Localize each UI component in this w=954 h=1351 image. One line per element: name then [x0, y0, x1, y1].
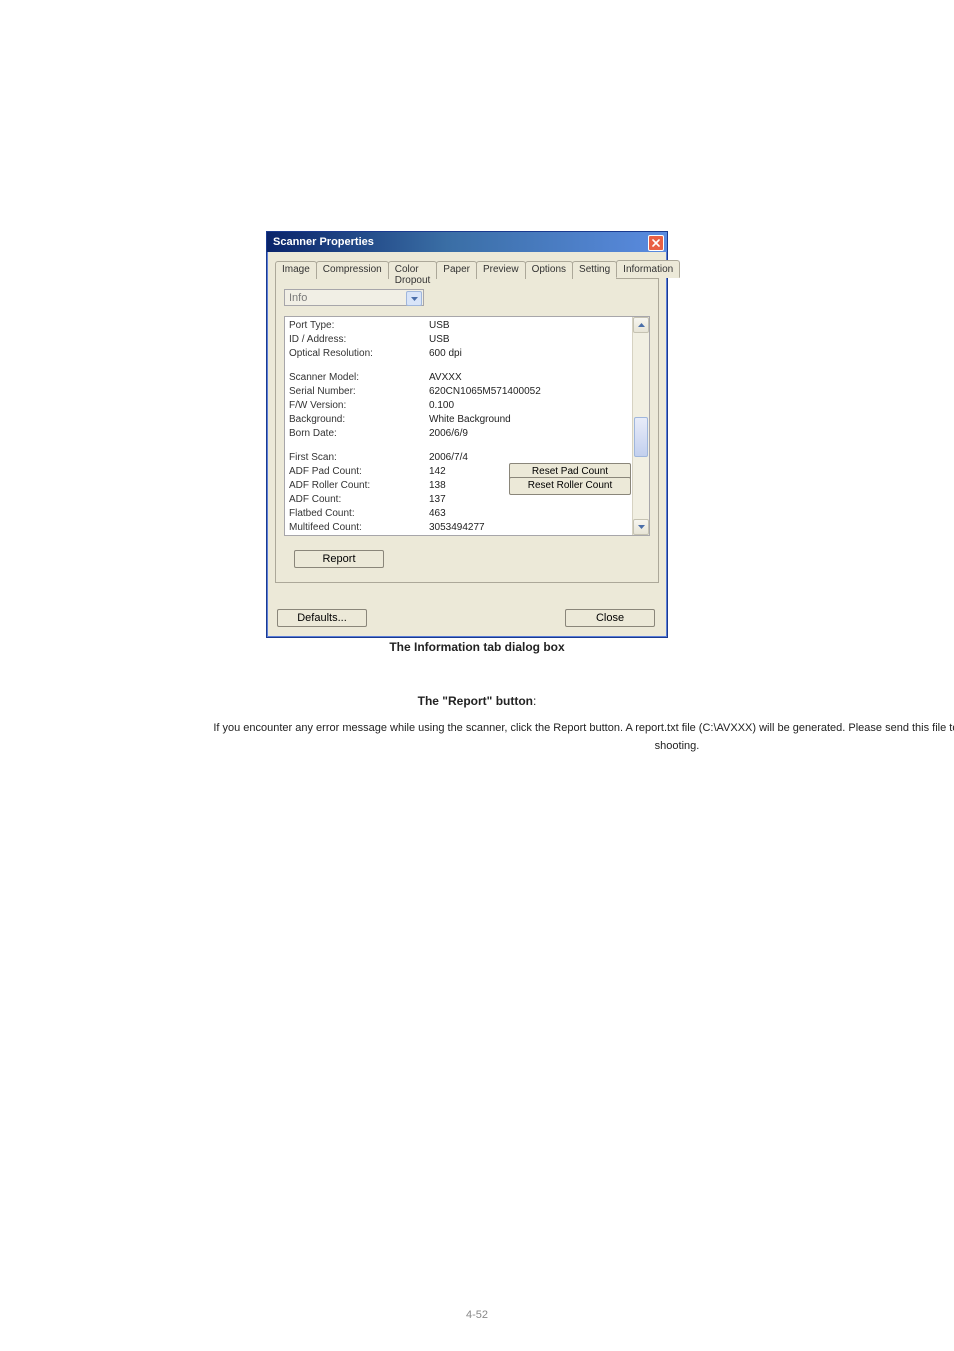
scrollbar[interactable]	[632, 317, 649, 535]
info-combo-value: Info	[289, 292, 307, 304]
page-number: 4-52	[0, 1309, 954, 1321]
caption-report-head: The "Report" button:	[0, 694, 954, 708]
value-serial-number: 620CN1065M571400052	[429, 385, 631, 399]
caption-title: The Information tab dialog box	[0, 640, 954, 654]
label-adf-roller-count: ADF Roller Count:	[289, 479, 429, 493]
value-jam-count: 738247176	[429, 535, 631, 536]
value-flatbed-count: 463	[429, 507, 631, 521]
label-adf-count: ADF Count:	[289, 493, 429, 507]
tab-compression[interactable]: Compression	[316, 261, 389, 279]
label-scanner-model: Scanner Model:	[289, 371, 429, 385]
label-background: Background:	[289, 413, 429, 427]
value-born-date: 2006/6/9	[429, 427, 631, 441]
label-born-date: Born Date:	[289, 427, 429, 441]
window-title: Scanner Properties	[273, 236, 374, 248]
value-scanner-model: AVXXX	[429, 371, 631, 385]
value-port-type: USB	[429, 319, 631, 333]
label-serial-number: Serial Number:	[289, 385, 429, 399]
tab-setting[interactable]: Setting	[572, 261, 617, 279]
info-list: Port Type:USB ID / Address:USB Optical R…	[284, 316, 650, 536]
tab-strip: Image Compression Color Dropout Paper Pr…	[275, 260, 659, 279]
close-icon[interactable]	[648, 235, 664, 251]
scroll-down-icon[interactable]	[633, 519, 649, 535]
label-jam-count: Jam Count:	[289, 535, 429, 536]
label-fw-version: F/W Version:	[289, 399, 429, 413]
defaults-button[interactable]: Defaults...	[277, 609, 367, 627]
value-adf-count: 137	[429, 493, 631, 507]
titlebar: Scanner Properties	[267, 232, 667, 252]
value-multifeed-count: 3053494277	[429, 521, 631, 535]
label-first-scan: First Scan:	[289, 451, 429, 465]
value-adf-roller-count: 138	[429, 479, 503, 493]
tabpane-information: Info Port Type:USB ID / Address:USB Opti…	[275, 279, 659, 583]
value-adf-pad-count: 142	[429, 465, 503, 479]
value-id-address: USB	[429, 333, 631, 347]
caption-report-head-bold: The "Report" button	[418, 694, 533, 708]
caption-report-body: If you encounter any error message while…	[0, 720, 954, 755]
close-button[interactable]: Close	[565, 609, 655, 627]
tab-information[interactable]: Information	[616, 260, 680, 278]
chevron-down-icon[interactable]	[406, 291, 422, 306]
label-adf-pad-count: ADF Pad Count:	[289, 465, 429, 479]
label-port-type: Port Type:	[289, 319, 429, 333]
value-background: White Background	[429, 413, 631, 427]
tab-options[interactable]: Options	[525, 261, 573, 279]
tab-color-dropout[interactable]: Color Dropout	[388, 261, 438, 279]
value-fw-version: 0.100	[429, 399, 631, 413]
label-optical-resolution: Optical Resolution:	[289, 347, 429, 361]
value-optical-resolution: 600 dpi	[429, 347, 631, 361]
scanner-properties-dialog: Scanner Properties Image Compression Col…	[266, 231, 668, 638]
scroll-up-icon[interactable]	[633, 317, 649, 333]
label-multifeed-count: Multifeed Count:	[289, 521, 429, 535]
label-id-address: ID / Address:	[289, 333, 429, 347]
tab-preview[interactable]: Preview	[476, 261, 526, 279]
scroll-thumb[interactable]	[634, 417, 648, 457]
tab-image[interactable]: Image	[275, 261, 317, 279]
report-button[interactable]: Report	[294, 550, 384, 568]
info-combo[interactable]: Info	[284, 289, 424, 306]
label-flatbed-count: Flatbed Count:	[289, 507, 429, 521]
tab-paper[interactable]: Paper	[436, 261, 477, 279]
caption-report-colon: :	[533, 694, 536, 708]
